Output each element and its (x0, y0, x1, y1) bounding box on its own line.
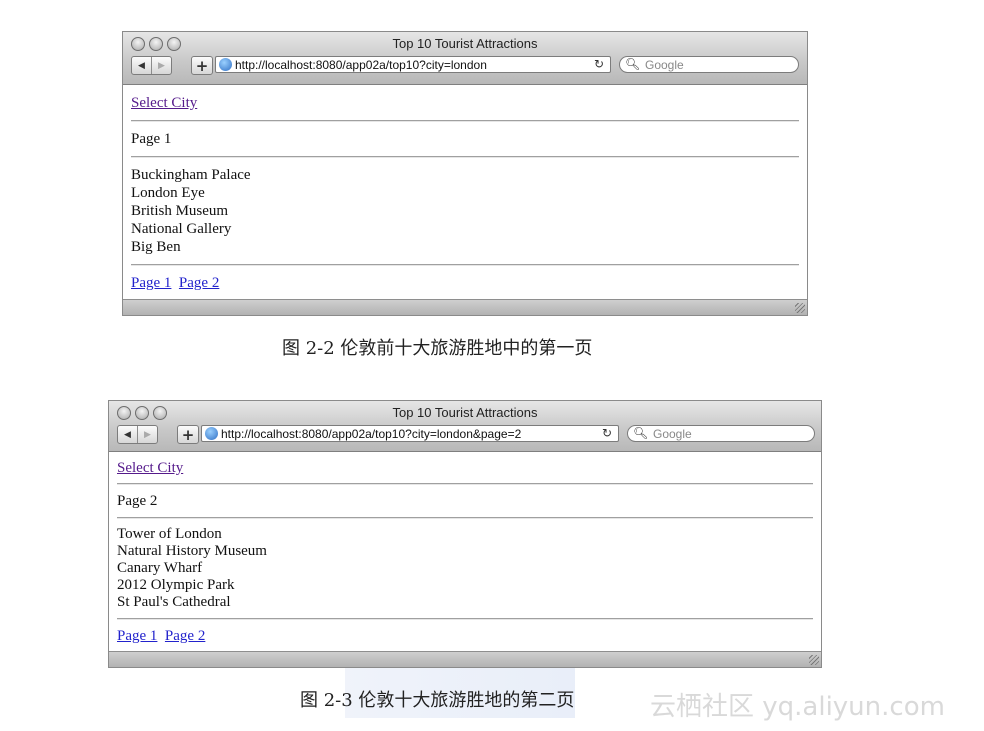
browser-window-2: Top 10 Tourist Attractions ◀ ▶ + http://… (108, 400, 822, 668)
page-content: Select City Page 1 Buckingham Palace Lon… (131, 88, 799, 300)
page-1-link[interactable]: Page 1 (131, 275, 171, 291)
forward-icon[interactable]: ▶ (151, 57, 171, 74)
select-city-link[interactable]: Select City (131, 95, 197, 111)
list-item: Big Ben (131, 239, 181, 255)
search-placeholder: Google (645, 58, 684, 72)
globe-icon (205, 427, 218, 440)
resize-grip-icon[interactable] (809, 655, 819, 665)
title-bar: Top 10 Tourist Attractions ◀ ▶ + http://… (109, 401, 821, 452)
page-content: Select City Page 2 Tower of London Natur… (117, 455, 813, 652)
watermark-text: 云栖社区 yq.aliyun.com (650, 692, 945, 722)
attraction-list: Tower of London Natural History Museum C… (117, 519, 813, 618)
browser-window-1: Top 10 Tourist Attractions ◀ ▶ + http://… (122, 31, 808, 316)
list-item: Tower of London (117, 526, 222, 542)
status-bar (123, 299, 807, 315)
search-field[interactable]: 🔍︎ Google (627, 425, 815, 442)
list-item: National Gallery (131, 221, 232, 237)
resize-grip-icon[interactable] (795, 303, 805, 313)
window-title: Top 10 Tourist Attractions (392, 36, 538, 51)
add-bookmark-icon[interactable]: + (191, 56, 213, 75)
list-item: London Eye (131, 185, 205, 201)
attraction-list: Buckingham Palace London Eye British Mus… (131, 158, 799, 264)
status-bar (109, 651, 821, 667)
forward-icon[interactable]: ▶ (137, 426, 157, 443)
page-2-link[interactable]: Page 2 (165, 628, 205, 644)
figure-caption: 图 2-2 伦敦前十大旅游胜地中的第一页 (282, 338, 593, 359)
window-title: Top 10 Tourist Attractions (392, 405, 538, 420)
back-icon[interactable]: ◀ (132, 57, 151, 74)
list-item: Natural History Museum (117, 543, 267, 559)
reload-icon[interactable]: ↻ (594, 57, 604, 71)
figure-caption: 图 2-3 伦敦十大旅游胜地的第二页 (300, 690, 575, 711)
page-label: Page 2 (117, 493, 158, 509)
list-item: British Museum (131, 203, 229, 219)
search-field[interactable]: 🔍︎ Google (619, 56, 799, 73)
list-item: Buckingham Palace (131, 167, 251, 183)
page-1-link[interactable]: Page 1 (117, 628, 157, 644)
url-text: http://localhost:8080/app02a/top10?city=… (235, 58, 487, 72)
search-placeholder: Google (653, 427, 692, 441)
address-bar[interactable]: http://localhost:8080/app02a/top10?city=… (215, 56, 611, 73)
back-icon[interactable]: ◀ (118, 426, 137, 443)
globe-icon (219, 58, 232, 71)
title-bar: Top 10 Tourist Attractions ◀ ▶ + http://… (123, 32, 807, 85)
add-bookmark-icon[interactable]: + (177, 425, 199, 444)
address-bar[interactable]: http://localhost:8080/app02a/top10?city=… (201, 425, 619, 442)
list-item: St Paul's Cathedral (117, 594, 231, 610)
page-2-link[interactable]: Page 2 (179, 275, 219, 291)
search-icon: 🔍︎ (625, 57, 641, 71)
select-city-link[interactable]: Select City (117, 460, 183, 476)
list-item: 2012 Olympic Park (117, 577, 235, 593)
nav-buttons: ◀ ▶ (117, 425, 158, 444)
search-icon: 🔍︎ (633, 426, 649, 440)
nav-buttons: ◀ ▶ (131, 56, 172, 75)
reload-icon[interactable]: ↻ (597, 426, 612, 440)
page-label: Page 1 (131, 131, 172, 147)
list-item: Canary Wharf (117, 560, 203, 576)
url-text: http://localhost:8080/app02a/top10?city=… (221, 427, 522, 441)
